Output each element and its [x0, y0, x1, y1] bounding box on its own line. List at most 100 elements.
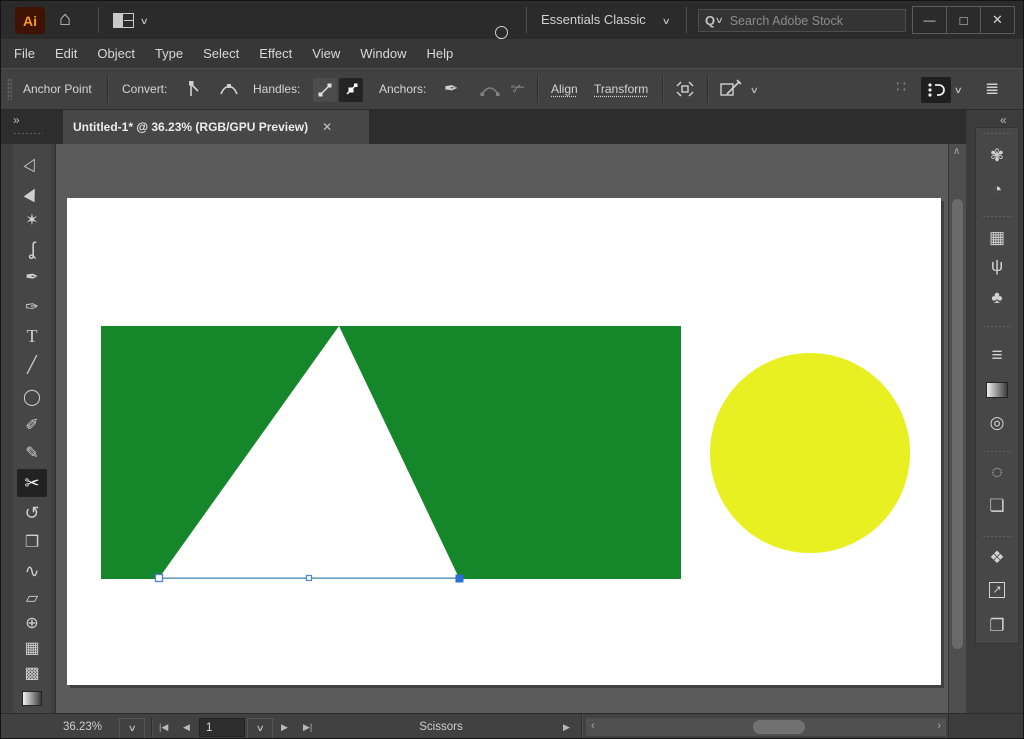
direct-selection-tool[interactable]: ▶ — [17, 180, 47, 208]
dock-group-grip[interactable] — [982, 215, 1012, 219]
align-link[interactable]: Align — [551, 82, 578, 96]
panel-toggle-chevron-icon[interactable]: ∨ — [954, 85, 963, 96]
zoom-level-value[interactable]: 36.23% — [63, 721, 102, 733]
anchor-point-mid[interactable] — [307, 576, 312, 581]
panel-gradient[interactable] — [983, 376, 1011, 404]
gradient-tool[interactable] — [17, 684, 47, 712]
type-tool[interactable]: T — [17, 322, 47, 350]
free-transform-tool[interactable]: ▱ — [17, 585, 47, 613]
artboard-dropdown-button[interactable]: ∨ — [247, 718, 273, 739]
controlbar-grip-handle[interactable] — [7, 78, 12, 100]
anchor-point-right-selected[interactable] — [456, 575, 464, 583]
arrange-documents-icon[interactable] — [113, 13, 134, 28]
panel-graphic-styles[interactable]: ❏ — [983, 491, 1011, 519]
first-artboard-button[interactable]: |◀ — [159, 722, 168, 733]
scroll-left-icon[interactable]: ‹ — [591, 720, 595, 732]
panel-color[interactable]: ✾ — [983, 141, 1011, 169]
vertical-scrollbar-thumb[interactable] — [952, 199, 963, 649]
panel-swatches[interactable]: ▦ — [983, 223, 1011, 251]
magic-wand-tool[interactable]: ✶ — [17, 207, 47, 235]
scroll-right-icon[interactable]: › — [937, 720, 941, 732]
panel-color-guide[interactable]: ◔ — [983, 175, 1011, 203]
panel-symbols[interactable]: ♣ — [983, 283, 1011, 311]
minimize-button[interactable]: — — [912, 6, 947, 34]
toolbar-expand-icon[interactable]: » — [13, 113, 18, 127]
menu-effect[interactable]: Effect — [259, 46, 292, 61]
maximize-button[interactable]: □ — [946, 6, 981, 34]
next-artboard-button[interactable]: ▶ — [281, 722, 288, 733]
horizontal-scrollbar[interactable]: ‹ › — [586, 718, 946, 736]
menu-select[interactable]: Select — [203, 46, 239, 61]
menu-help[interactable]: Help — [426, 46, 453, 61]
convert-to-corner-icon[interactable] — [181, 78, 203, 100]
dock-group-grip[interactable] — [982, 535, 1012, 539]
close-button[interactable]: ✕ — [980, 6, 1015, 34]
panel-appearance[interactable]: ◌ — [983, 458, 1011, 486]
pen-tool[interactable]: ✒ — [17, 264, 47, 292]
adobe-stock-search[interactable]: Q ∨ — [698, 9, 906, 32]
panel-brushes[interactable]: ψ — [983, 251, 1011, 279]
lasso-tool[interactable]: ʆ — [17, 235, 47, 263]
convert-label: Convert: — [122, 82, 167, 96]
toolbar-grip-handle[interactable] — [13, 132, 43, 136]
scissors-tool[interactable]: ✂ — [17, 469, 47, 497]
isolate-object-icon[interactable] — [673, 79, 697, 99]
dock-group-grip[interactable] — [982, 325, 1012, 329]
handles-show-button[interactable] — [313, 78, 337, 102]
menu-file[interactable]: File — [14, 46, 35, 61]
panel-artboards[interactable]: ❐ — [983, 611, 1011, 639]
search-chevron-icon[interactable]: ∨ — [715, 15, 724, 26]
shape-edit-chevron-icon[interactable]: ∨ — [750, 85, 759, 96]
yellow-circle-shape[interactable] — [710, 353, 910, 553]
arrange-documents-chevron-icon[interactable]: ∨ — [140, 16, 149, 27]
perspective-grid-tool[interactable]: ▦ — [17, 635, 47, 663]
scroll-up-icon[interactable]: ∧ — [953, 146, 960, 157]
shaper-tool[interactable]: ✎ — [17, 440, 47, 468]
vertical-scrollbar[interactable]: ∧ — [948, 144, 966, 713]
convert-to-smooth-icon[interactable] — [218, 78, 240, 100]
transform-link[interactable]: Transform — [594, 82, 648, 96]
document-tab-close-icon[interactable]: ✕ — [322, 120, 332, 134]
discover-lightbulb-icon[interactable] — [495, 26, 508, 39]
menu-edit[interactable]: Edit — [55, 46, 77, 61]
paintbrush-tool[interactable]: ✐ — [17, 412, 47, 440]
shape-builder-tool[interactable]: ⊕ — [17, 610, 47, 638]
list-options-icon[interactable]: ≣ — [985, 80, 999, 97]
remove-anchor-pen-icon[interactable]: ✒ — [444, 80, 458, 97]
line-segment-tool[interactable]: ╱ — [17, 352, 47, 380]
canvas-area[interactable] — [56, 144, 948, 713]
dock-collapse-icon[interactable]: « — [1000, 113, 1005, 127]
horizontal-scrollbar-thumb[interactable] — [753, 720, 805, 734]
workspace-chevron-icon[interactable]: ∨ — [662, 16, 671, 27]
menu-view[interactable]: View — [312, 46, 340, 61]
panel-asset-export[interactable]: ↗ — [983, 576, 1011, 604]
search-input[interactable] — [728, 13, 899, 29]
document-tab[interactable]: Untitled-1* @ 36.23% (RGB/GPU Preview) ✕ — [63, 110, 369, 144]
panel-transparency[interactable]: ◎ — [983, 408, 1011, 436]
artboard-number-input[interactable]: 1 — [199, 718, 245, 737]
panel-stroke[interactable]: ≡ — [983, 341, 1011, 369]
curvature-tool[interactable]: ✑ — [17, 294, 47, 322]
menu-type[interactable]: Type — [155, 46, 183, 61]
previous-artboard-button[interactable]: ◀ — [183, 722, 190, 733]
menu-window[interactable]: Window — [360, 46, 406, 61]
menu-object[interactable]: Object — [97, 46, 135, 61]
panel-layers[interactable]: ❖ — [983, 543, 1011, 571]
status-proxy-arrow-icon[interactable]: ▶ — [563, 722, 570, 733]
selection-tool[interactable]: ▷ — [17, 150, 47, 178]
workspace-switcher-label[interactable]: Essentials Classic — [541, 12, 646, 27]
dock-group-grip[interactable] — [982, 450, 1012, 454]
scale-tool[interactable]: ❐ — [17, 529, 47, 557]
panel-toggle-button[interactable] — [921, 77, 951, 103]
anchor-point-left[interactable] — [156, 575, 163, 582]
shape-edit-icon[interactable] — [719, 79, 743, 99]
anchors-label: Anchors: — [379, 82, 426, 96]
ellipse-tool[interactable]: ◯ — [17, 384, 47, 412]
width-tool[interactable]: ∿ — [17, 557, 47, 585]
dock-group-grip[interactable] — [982, 132, 1012, 136]
zoom-dropdown-button[interactable]: ∨ — [119, 718, 145, 739]
rotate-tool[interactable]: ↺ — [17, 499, 47, 527]
home-icon[interactable]: ⌂ — [59, 9, 71, 29]
handles-hide-button[interactable] — [339, 78, 363, 102]
last-artboard-button[interactable]: ▶| — [303, 722, 312, 733]
